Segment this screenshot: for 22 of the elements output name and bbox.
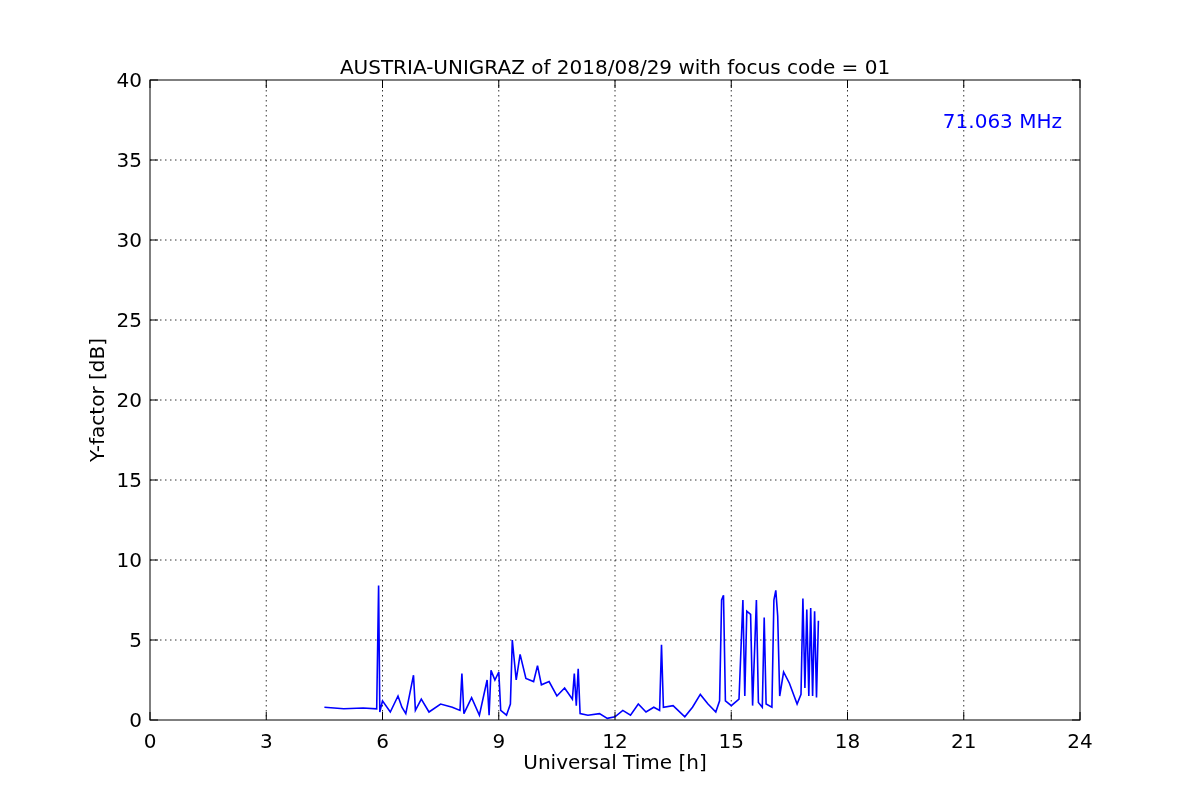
tick-label: 15 [718, 729, 744, 753]
y-axis-label: Y-factor [dB] [85, 338, 109, 462]
annotation-text: 71.063 MHz [942, 109, 1062, 133]
chart-title: AUSTRIA-UNIGRAZ of 2018/08/29 with focus code = 01 [339, 55, 891, 79]
tick-label: 0 [129, 708, 142, 732]
tick-label: 6 [376, 729, 389, 753]
x-axis-label: Universal Time [h] [523, 750, 707, 774]
tick-label: 15 [116, 468, 142, 492]
tick-label: 30 [116, 228, 142, 252]
tick-label: 3 [259, 729, 273, 753]
tick-label: 9 [492, 729, 506, 753]
tick-label: 10 [116, 548, 142, 572]
tick-label: 5 [129, 628, 142, 652]
tick-label: 24 [1067, 729, 1093, 753]
tick-label: 35 [116, 148, 142, 172]
tick-label: 20 [116, 388, 142, 412]
tick-label: 40 [116, 68, 142, 92]
tick-label: 25 [116, 308, 142, 332]
tick-label: 0 [143, 729, 157, 753]
tick-label: 12 [602, 729, 628, 753]
tick-label: 21 [951, 729, 977, 753]
tick-label: 18 [834, 729, 861, 753]
